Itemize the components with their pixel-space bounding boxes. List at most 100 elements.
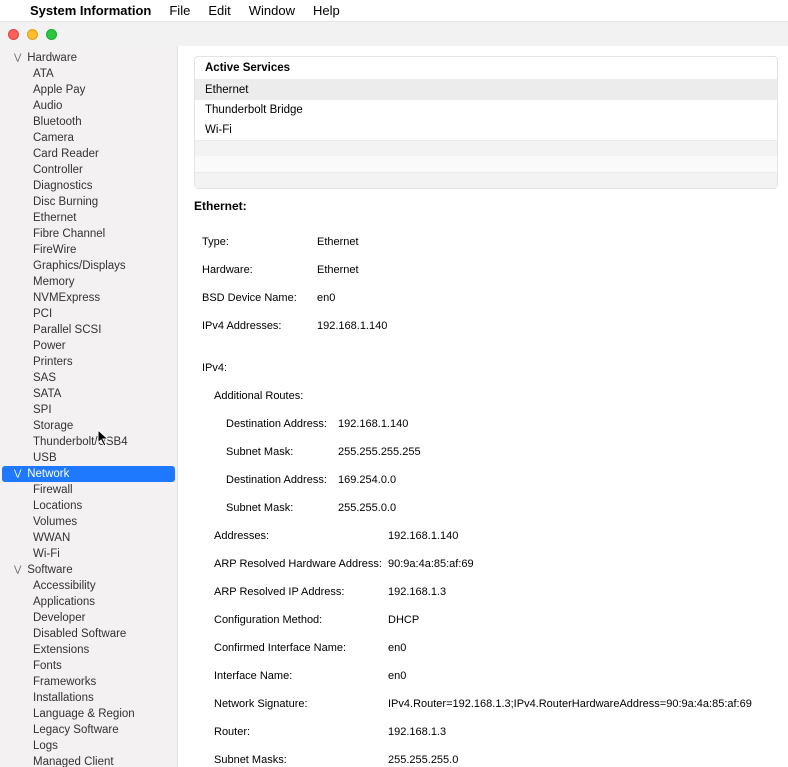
- sidebar-item-disabled-software[interactable]: Disabled Software: [0, 626, 177, 642]
- kv-label: Destination Address:: [226, 417, 338, 431]
- kv-value: Ethernet: [317, 235, 359, 249]
- sidebar-item-nvmexpress[interactable]: NVMExpress: [0, 290, 177, 306]
- sidebar-item-diagnostics[interactable]: Diagnostics: [0, 178, 177, 194]
- sidebar-item-pci[interactable]: PCI: [0, 306, 177, 322]
- sidebar-item-developer[interactable]: Developer: [0, 610, 177, 626]
- sidebar-item-firewire[interactable]: FireWire: [0, 242, 177, 258]
- sidebar-item-firewall[interactable]: Firewall: [0, 482, 177, 498]
- menu-help[interactable]: Help: [313, 3, 340, 18]
- sidebar-item-sas[interactable]: SAS: [0, 370, 177, 386]
- sidebar-item-legacy-software[interactable]: Legacy Software: [0, 722, 177, 738]
- kv-label: Confirmed Interface Name:: [214, 641, 388, 655]
- kv-label: IPv4 Addresses:: [202, 319, 317, 333]
- sidebar-item-card-reader[interactable]: Card Reader: [0, 146, 177, 162]
- sidebar-item-usb[interactable]: USB: [0, 450, 177, 466]
- table-row: [195, 140, 777, 156]
- service-row-wifi[interactable]: Wi-Fi: [195, 120, 777, 140]
- kv-label: Router:: [214, 725, 388, 739]
- sidebar-item-volumes[interactable]: Volumes: [0, 514, 177, 530]
- kv-value: 255.255.255.0: [388, 753, 458, 767]
- active-services-table[interactable]: Active Services Ethernet Thunderbolt Bri…: [194, 56, 778, 189]
- sidebar-item-disc-burning[interactable]: Disc Burning: [0, 194, 177, 210]
- kv-label: BSD Device Name:: [202, 291, 317, 305]
- kv-label: Type:: [202, 235, 317, 249]
- sidebar-item-printers[interactable]: Printers: [0, 354, 177, 370]
- sidebar-item-fonts[interactable]: Fonts: [0, 658, 177, 674]
- sidebar-item-managed-client[interactable]: Managed Client: [0, 754, 177, 767]
- sidebar-item-locations[interactable]: Locations: [0, 498, 177, 514]
- kv-value: 192.168.1.140: [338, 417, 408, 431]
- menu-edit[interactable]: Edit: [208, 3, 230, 18]
- kv-value: 192.168.1.3: [388, 585, 446, 599]
- sidebar-category-label: Network: [27, 468, 69, 480]
- sidebar-item-graphics-displays[interactable]: Graphics/Displays: [0, 258, 177, 274]
- section-ipv4: IPv4:: [194, 361, 778, 375]
- sidebar-item-installations[interactable]: Installations: [0, 690, 177, 706]
- sidebar-item-logs[interactable]: Logs: [0, 738, 177, 754]
- app-name-menu[interactable]: System Information: [30, 3, 151, 18]
- active-services-header: Active Services: [195, 57, 777, 80]
- kv-value: DHCP: [388, 613, 419, 627]
- kv-label: Subnet Masks:: [214, 753, 388, 767]
- sidebar-category-software[interactable]: ⋁ Software: [0, 562, 177, 578]
- window-content: ⋁ Hardware ATA Apple Pay Audio Bluetooth…: [0, 46, 788, 767]
- sidebar-item-camera[interactable]: Camera: [0, 130, 177, 146]
- table-row: [195, 172, 777, 188]
- kv-value: 169.254.0.0: [338, 473, 396, 487]
- kv-value: en0: [388, 641, 406, 655]
- chevron-down-icon[interactable]: ⋁: [14, 49, 24, 65]
- sidebar-item-accessibility[interactable]: Accessibility: [0, 578, 177, 594]
- sidebar-item-wifi[interactable]: Wi-Fi: [0, 546, 177, 562]
- sidebar-item-thunderbolt-usb4[interactable]: Thunderbolt/USB4: [0, 434, 177, 450]
- kv-label: Interface Name:: [214, 669, 388, 683]
- kv-label: Destination Address:: [226, 473, 338, 487]
- sidebar-item-storage[interactable]: Storage: [0, 418, 177, 434]
- sidebar-item-sata[interactable]: SATA: [0, 386, 177, 402]
- kv-value: 192.168.1.3: [388, 725, 446, 739]
- sidebar-item-language-region[interactable]: Language & Region: [0, 706, 177, 722]
- kv-label: ARP Resolved IP Address:: [214, 585, 388, 599]
- source-list-sidebar[interactable]: ⋁ Hardware ATA Apple Pay Audio Bluetooth…: [0, 46, 178, 767]
- sidebar-item-audio[interactable]: Audio: [0, 98, 177, 114]
- sidebar-item-memory[interactable]: Memory: [0, 274, 177, 290]
- close-icon[interactable]: [8, 29, 19, 40]
- detail-pane: Active Services Ethernet Thunderbolt Bri…: [178, 46, 788, 767]
- menu-file[interactable]: File: [169, 3, 190, 18]
- sidebar-item-frameworks[interactable]: Frameworks: [0, 674, 177, 690]
- system-menubar: System Information File Edit Window Help: [0, 0, 788, 22]
- sidebar-item-bluetooth[interactable]: Bluetooth: [0, 114, 177, 130]
- sidebar-item-parallel-scsi[interactable]: Parallel SCSI: [0, 322, 177, 338]
- minimize-icon[interactable]: [27, 29, 38, 40]
- kv-value: IPv4.Router=192.168.1.3;IPv4.RouterHardw…: [388, 697, 752, 711]
- sidebar-item-apple-pay[interactable]: Apple Pay: [0, 82, 177, 98]
- chevron-down-icon[interactable]: ⋁: [14, 561, 24, 577]
- chevron-down-icon[interactable]: ⋁: [14, 465, 24, 481]
- kv-label: Subnet Mask:: [226, 501, 338, 515]
- kv-label: Configuration Method:: [214, 613, 388, 627]
- sidebar-item-extensions[interactable]: Extensions: [0, 642, 177, 658]
- table-row: [195, 156, 777, 172]
- sidebar-item-power[interactable]: Power: [0, 338, 177, 354]
- kv-value: 255.255.0.0: [338, 501, 396, 515]
- detail-title: Ethernet:: [194, 199, 778, 213]
- detail-body: Type:Ethernet Hardware:Ethernet BSD Devi…: [194, 221, 778, 767]
- sidebar-item-applications[interactable]: Applications: [0, 594, 177, 610]
- menu-window[interactable]: Window: [249, 3, 295, 18]
- sidebar-item-spi[interactable]: SPI: [0, 402, 177, 418]
- kv-label: Subnet Mask:: [226, 445, 338, 459]
- service-row-ethernet[interactable]: Ethernet: [195, 80, 777, 100]
- kv-label: Network Signature:: [214, 697, 388, 711]
- sidebar-category-hardware[interactable]: ⋁ Hardware: [0, 50, 177, 66]
- kv-label: Addresses:: [214, 529, 388, 543]
- kv-label: ARP Resolved Hardware Address:: [214, 557, 388, 571]
- sidebar-category-network[interactable]: ⋁ Network: [2, 466, 175, 482]
- zoom-icon[interactable]: [46, 29, 57, 40]
- sidebar-item-fibre-channel[interactable]: Fibre Channel: [0, 226, 177, 242]
- sidebar-item-ethernet[interactable]: Ethernet: [0, 210, 177, 226]
- kv-value: 255.255.255.255: [338, 445, 421, 459]
- sidebar-item-ata[interactable]: ATA: [0, 66, 177, 82]
- sidebar-item-wwan[interactable]: WWAN: [0, 530, 177, 546]
- sidebar-item-controller[interactable]: Controller: [0, 162, 177, 178]
- service-row-thunderbolt-bridge[interactable]: Thunderbolt Bridge: [195, 100, 777, 120]
- kv-value: 90:9a:4a:85:af:69: [388, 557, 474, 571]
